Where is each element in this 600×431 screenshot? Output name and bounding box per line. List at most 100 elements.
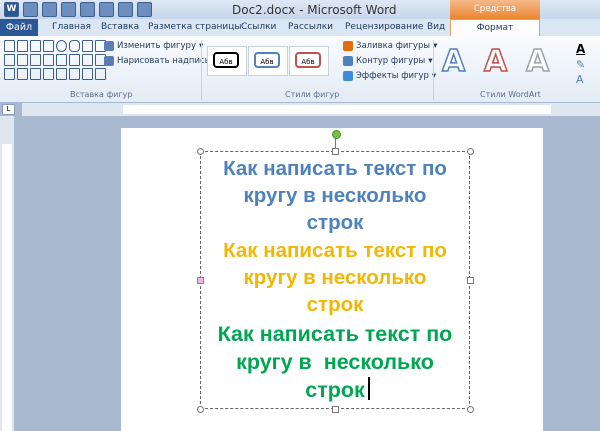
shape-diamond-icon[interactable] [69,68,80,80]
title-bar: W Doc2.docx - Microsoft Word Средства ри… [0,0,600,33]
text-line: кругу в несколько [243,184,427,207]
insert-shapes-group-label: Вставка фигур [70,90,133,99]
text-outline-icon[interactable]: ✎ [576,58,585,71]
word-app-icon[interactable]: W [4,2,19,17]
tab-review[interactable]: Рецензирование [345,22,423,32]
text-line: Как написать текст по [223,239,447,262]
resize-handle-bottom[interactable] [332,406,339,413]
wordart-style-3[interactable]: A [525,43,550,80]
shape-styles-group-label: Стили фигур [285,90,340,99]
shape-pentagon-icon[interactable] [4,54,15,66]
effects-icon [343,71,353,81]
tab-format[interactable]: Формат [450,19,540,37]
shape-textbox-icon[interactable] [4,40,15,52]
paragraph-green[interactable]: Как написать текст по кругу в несколько … [200,320,470,404]
ruler-text-area [123,105,551,114]
paint-bucket-icon [343,41,353,51]
text-effects-icon[interactable]: A [576,73,584,86]
shape-elbow-icon[interactable] [17,54,28,66]
text-line: кругу в несколько [236,350,434,374]
text-line: строк [305,378,365,402]
tab-references[interactable]: Ссылки [241,22,276,32]
quick-access-toolbar: W [4,2,152,17]
shape-style-preset-3[interactable]: Абв [289,46,329,76]
resize-handle-top-left[interactable] [197,148,204,155]
shape-outline-label: Контур фигуры [356,56,426,66]
shape-brace-icon[interactable] [69,54,80,66]
tab-page-layout[interactable]: Разметка страницы [148,22,242,32]
tab-insert[interactable]: Вставка [101,22,139,32]
tab-file[interactable]: Файл [0,19,38,36]
shape-hexagon-icon[interactable] [82,68,93,80]
group-separator [201,40,202,100]
undo-icon[interactable] [42,2,57,17]
ruler-text-area [2,144,12,431]
open-icon[interactable] [99,2,114,17]
vertical-ruler[interactable] [0,116,14,431]
shape-freeform-icon[interactable] [56,54,67,66]
style-preview-text-1: Абв [213,52,239,68]
shape-arrow-icon[interactable] [30,40,41,52]
shape-callout-icon[interactable] [43,68,54,80]
shape-block-arrow-icon[interactable] [30,54,41,66]
shape-rounded-rect-icon[interactable] [69,40,80,52]
shape-style-preset-1[interactable]: Абв [207,46,247,76]
text-cursor [368,377,370,400]
shape-scroll-down-icon[interactable] [95,68,106,80]
shape-effects-label: Эффекты фигур [356,71,429,81]
resize-handle-bottom-left[interactable] [197,406,204,413]
drawing-tools-context-tab: Средства рисования [450,0,540,33]
shape-bracket-icon[interactable] [30,68,41,80]
ribbon-tabs: Файл Главная Вставка Разметка страницы С… [0,19,600,37]
tab-view[interactable]: Вид [427,22,445,32]
wordart-style-2[interactable]: A [483,43,508,80]
style-preview-text-2: Абв [254,52,280,68]
shape-rectangle-icon[interactable] [43,40,54,52]
tab-mailings[interactable]: Рассылки [288,22,333,32]
text-line: Как написать текст по [217,322,453,346]
group-separator [433,40,434,100]
shape-line-icon[interactable] [17,40,28,52]
textbox-icon [104,56,114,66]
resize-handle-top-right[interactable] [467,148,474,155]
shape-star-icon[interactable] [82,54,93,66]
shape-fill-label: Заливка фигуры [356,41,431,51]
chevron-down-icon: ▾ [428,56,433,66]
shape-curve-icon[interactable] [43,54,54,66]
shapes-gallery[interactable] [4,40,106,84]
shape-heart-icon[interactable] [56,68,67,80]
edit-shape-icon [104,41,114,51]
shape-style-preset-2[interactable]: Абв [248,46,288,76]
paragraph-yellow[interactable]: Как написать текст по кругу в несколько … [200,237,470,318]
text-fill-icon[interactable]: A [576,42,585,56]
draw-textbox-button[interactable]: Нарисовать надпись [104,56,210,66]
shape-triangle-icon[interactable] [82,40,93,52]
paragraph-blue[interactable]: Как написать текст по кругу в несколько … [200,155,470,236]
new-document-icon[interactable] [80,2,95,17]
draw-textbox-label: Нарисовать надпись [117,56,210,66]
text-line: Как написать текст по [223,157,447,180]
rotation-handle[interactable] [332,130,341,139]
tab-home[interactable]: Главная [52,22,91,32]
save-icon[interactable] [23,2,38,17]
shape-effects-button[interactable]: Эффекты фигур ▾ [343,71,436,81]
resize-handle-bottom-right[interactable] [467,406,474,413]
text-line: кругу в несколько [243,266,427,289]
text-line: строк [306,293,364,316]
print-icon[interactable] [118,2,133,17]
shape-oval-icon[interactable] [56,40,67,52]
shape-arc-icon[interactable] [17,68,28,80]
style-preview-text-3: Абв [295,52,321,68]
tab-stop-selector[interactable]: L [2,104,15,115]
resize-handle-top[interactable] [332,148,339,155]
edit-shape-label: Изменить фигуру [117,41,196,51]
window-title: Doc2.docx - Microsoft Word [232,3,397,17]
edit-shape-button[interactable]: Изменить фигуру ▾ [104,41,203,51]
shape-outline-button[interactable]: Контур фигуры ▾ [343,56,433,66]
customize-toolbar-icon[interactable] [137,2,152,17]
redo-icon[interactable] [61,2,76,17]
wordart-style-1[interactable]: A [441,43,466,80]
shape-fill-button[interactable]: Заливка фигуры ▾ [343,41,437,51]
shape-wave-icon[interactable] [4,68,15,80]
horizontal-ruler[interactable] [22,103,600,116]
